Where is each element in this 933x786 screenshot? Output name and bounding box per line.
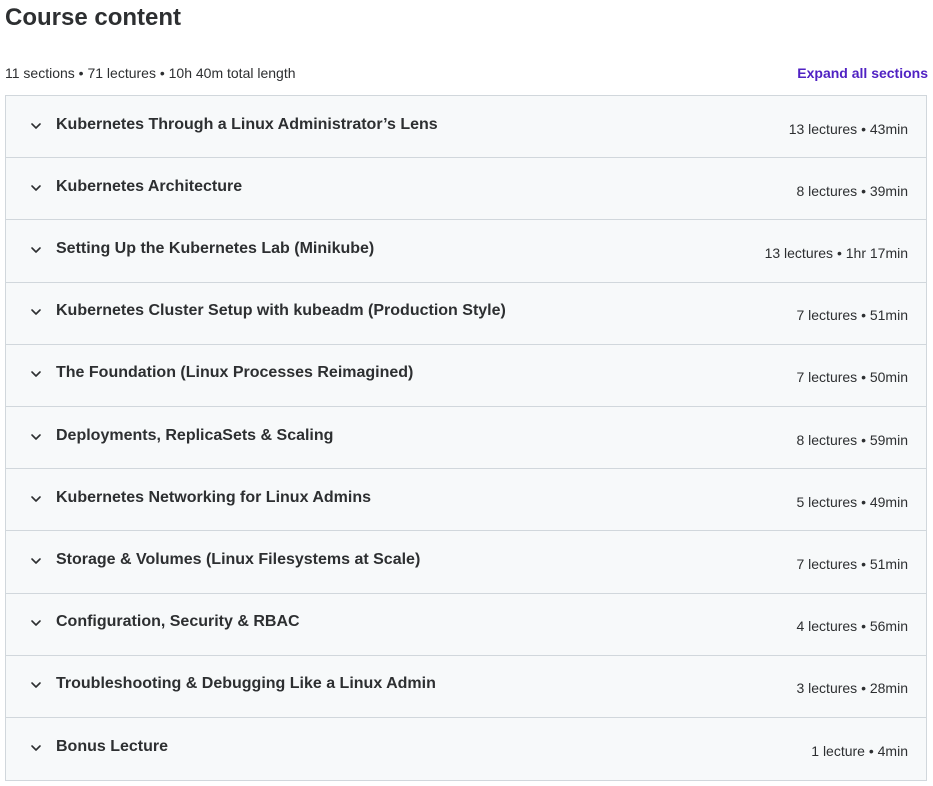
chevron-down-icon <box>28 615 44 631</box>
chevron-down-icon <box>28 304 44 320</box>
section-row[interactable]: Troubleshooting & Debugging Like a Linux… <box>6 655 926 718</box>
section-meta: 13 lectures • 43min <box>788 120 908 137</box>
chevron-down-icon <box>28 491 44 507</box>
section-title: Configuration, Security & RBAC <box>56 613 300 631</box>
page-title: Course content <box>5 4 182 31</box>
section-meta: 3 lectures • 28min <box>796 680 908 697</box>
chevron-down-icon <box>28 118 44 134</box>
section-row[interactable]: Storage & Volumes (Linux Filesystems at … <box>6 531 926 594</box>
section-meta: 7 lectures • 50min <box>796 369 908 386</box>
section-row[interactable]: Kubernetes Cluster Setup with kubeadm (P… <box>6 282 926 345</box>
section-title: Troubleshooting & Debugging Like a Linux… <box>56 675 436 693</box>
section-meta: 5 lectures • 49min <box>796 493 908 510</box>
section-title: Setting Up the Kubernetes Lab (Minikube) <box>56 239 375 257</box>
course-content-panel: Course content 11 sections • 71 lectures… <box>0 0 933 786</box>
section-meta: 7 lectures • 51min <box>796 307 908 324</box>
sections-accordion: Kubernetes Through a Linux Administrator… <box>5 95 927 782</box>
section-row[interactable]: The Foundation (Linux Processes Reimagin… <box>6 344 926 407</box>
chevron-down-icon <box>28 242 44 258</box>
section-meta: 13 lectures • 1hr 17min <box>764 244 908 261</box>
section-title: Kubernetes Through a Linux Administrator… <box>56 115 438 133</box>
section-row[interactable]: Kubernetes Networking for Linux Admins 5… <box>6 469 926 532</box>
section-meta: 7 lectures • 51min <box>796 555 908 572</box>
section-row[interactable]: Configuration, Security & RBAC 4 lecture… <box>6 593 926 656</box>
section-meta: 8 lectures • 59min <box>796 431 908 448</box>
chevron-down-icon <box>28 553 44 569</box>
chevron-down-icon <box>28 677 44 693</box>
section-title: Deployments, ReplicaSets & Scaling <box>56 426 334 444</box>
section-row[interactable]: Bonus Lecture 1 lecture • 4min <box>6 717 926 781</box>
section-title: Bonus Lecture <box>56 737 169 755</box>
chevron-down-icon <box>28 366 44 382</box>
section-row[interactable]: Kubernetes Architecture 8 lectures • 39m… <box>6 158 926 221</box>
section-title: Kubernetes Architecture <box>56 177 243 195</box>
section-row[interactable]: Deployments, ReplicaSets & Scaling 8 lec… <box>6 406 926 470</box>
chevron-down-icon <box>28 740 44 756</box>
section-row[interactable]: Kubernetes Through a Linux Administrator… <box>6 96 926 159</box>
section-row[interactable]: Setting Up the Kubernetes Lab (Minikube)… <box>6 220 926 283</box>
expand-all-sections-button[interactable]: Expand all sections <box>797 65 928 81</box>
summary-row: 11 sections • 71 lectures • 10h 40m tota… <box>5 62 928 84</box>
course-summary: 11 sections • 71 lectures • 10h 40m tota… <box>5 65 296 81</box>
section-title: Storage & Volumes (Linux Filesystems at … <box>56 550 421 568</box>
section-title: Kubernetes Cluster Setup with kubeadm (P… <box>56 302 506 320</box>
section-meta: 4 lectures • 56min <box>796 618 908 635</box>
chevron-down-icon <box>28 429 44 445</box>
section-title: The Foundation (Linux Processes Reimagin… <box>56 364 414 382</box>
section-title: Kubernetes Networking for Linux Admins <box>56 488 371 506</box>
section-meta: 8 lectures • 39min <box>796 182 908 199</box>
chevron-down-icon <box>28 180 44 196</box>
section-meta: 1 lecture • 4min <box>811 742 908 759</box>
